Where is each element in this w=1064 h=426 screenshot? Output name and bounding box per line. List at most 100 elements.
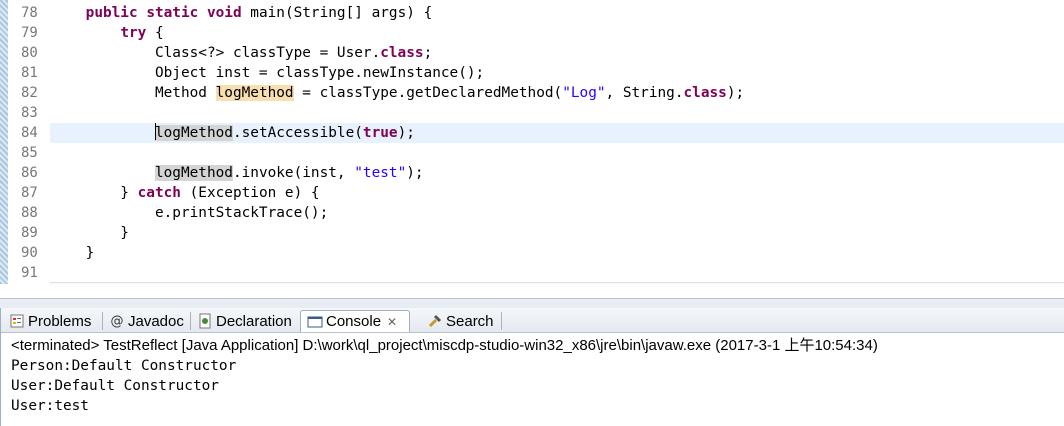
code-token: void	[207, 5, 242, 21]
code-line[interactable]: 89 }	[0, 223, 1064, 243]
code-token: class	[380, 45, 423, 61]
code-token	[198, 5, 207, 21]
scroll-left-icon[interactable]: ◀	[54, 283, 61, 284]
line-number: 81	[21, 65, 38, 81]
token-text: logMethod	[154, 165, 233, 181]
code-token: }	[51, 185, 138, 201]
line-number: 83	[21, 105, 38, 121]
tab-declaration[interactable]: Declaration	[191, 310, 299, 332]
code-text: Method logMethod = classType.getDeclared…	[51, 83, 744, 103]
token-text: = classType.getDeclaredMethod(	[293, 85, 563, 101]
code-line[interactable]: 79 try {	[0, 23, 1064, 43]
line-number: 89	[21, 225, 38, 241]
code-line[interactable]: 81 Object inst = classType.newInstance()…	[0, 63, 1064, 83]
token-text: );	[726, 85, 745, 101]
token-text: .invoke(inst,	[232, 165, 355, 181]
code-line[interactable]: 91	[0, 263, 1064, 283]
code-line[interactable]: 84 logMethod.setAccessible(true);	[0, 123, 1064, 143]
token-text: static	[146, 5, 199, 21]
code-line[interactable]: 78 public static void main(String[] args…	[0, 3, 1064, 23]
code-token: class	[684, 85, 727, 101]
code-token: "test"	[354, 165, 406, 181]
console-output[interactable]: <terminated> TestReflect [Java Applicati…	[11, 336, 1061, 416]
code-token: {	[146, 25, 164, 41]
bottom-view-panel: Problems @ Javadoc Declaration Console ✕…	[0, 308, 1064, 426]
token-text: main(String[] args) {	[241, 5, 433, 21]
token-text: try	[120, 25, 147, 41]
line-number: 91	[21, 265, 38, 281]
code-line[interactable]: 82 Method logMethod = classType.getDecla…	[0, 83, 1064, 103]
code-token: , String.	[606, 85, 684, 101]
code-token	[51, 5, 86, 21]
code-token: "Log"	[562, 85, 605, 101]
code-line[interactable]: 85	[0, 143, 1064, 163]
code-token: .invoke(inst,	[233, 165, 354, 181]
close-icon[interactable]: ✕	[387, 315, 397, 329]
code-text: public static void main(String[] args) {	[51, 3, 433, 23]
code-line[interactable]: 90 }	[0, 243, 1064, 263]
code-text: }	[51, 243, 95, 263]
token-text: "Log"	[562, 85, 606, 101]
tab-label: Console	[326, 313, 382, 330]
token-text: Class<?> classType = User.	[51, 45, 381, 61]
code-line[interactable]: 80 Class<?> classType = User.class;	[0, 43, 1064, 63]
line-number: 85	[21, 145, 38, 161]
token-text: }	[51, 225, 129, 241]
code-token: static	[146, 5, 198, 21]
token-text: public	[85, 5, 138, 21]
token-text: class	[683, 85, 727, 101]
tab-divider	[501, 312, 502, 330]
code-token	[138, 5, 147, 21]
code-token	[51, 165, 155, 181]
code-line[interactable]: 88 e.printStackTrace();	[0, 203, 1064, 223]
code-text: } catch (Exception e) {	[51, 183, 320, 203]
console-icon	[307, 314, 323, 330]
tab-search[interactable]: Search	[421, 310, 501, 332]
tab-label: Declaration	[216, 312, 292, 330]
tab-console[interactable]: Console ✕	[300, 310, 410, 332]
code-text: Object inst = classType.newInstance();	[51, 63, 484, 83]
line-number: 79	[21, 25, 38, 41]
tab-problems[interactable]: Problems	[3, 310, 101, 332]
token-text: );	[406, 165, 424, 181]
token-text: }	[51, 185, 138, 201]
java-editor[interactable]: 78 public static void main(String[] args…	[0, 0, 1064, 284]
tab-label: Search	[446, 312, 494, 330]
code-token	[51, 125, 155, 141]
code-text: logMethod.invoke(inst, "test");	[51, 163, 424, 183]
code-token	[51, 25, 120, 41]
code-token: (Exception e) {	[181, 185, 320, 201]
token-text: .setAccessible(	[232, 125, 363, 141]
console-output-line: User:Default Constructor	[11, 378, 219, 394]
javadoc-icon: @	[110, 313, 124, 329]
tab-javadoc[interactable]: @ Javadoc	[103, 310, 189, 332]
code-token: }	[51, 225, 129, 241]
token-text: );	[397, 125, 415, 141]
editor-horizontal-scrollbar[interactable]: ◀	[50, 282, 1064, 284]
code-text: }	[51, 223, 129, 243]
line-number: 87	[21, 185, 38, 201]
problems-icon	[9, 313, 25, 329]
code-token: }	[51, 245, 95, 261]
code-line[interactable]: 86 logMethod.invoke(inst, "test");	[0, 163, 1064, 183]
code-line[interactable]: 87 } catch (Exception e) {	[0, 183, 1064, 203]
token-text: logMethod	[215, 85, 294, 101]
code-token: );	[727, 85, 744, 101]
token-text: class	[380, 45, 424, 61]
search-icon	[427, 313, 443, 329]
code-token: = classType.getDeclaredMethod(	[293, 85, 563, 101]
code-token: catch	[138, 185, 181, 201]
code-token: Method	[51, 85, 216, 101]
line-number: 88	[21, 205, 38, 221]
code-token: public	[86, 5, 138, 21]
token-text: {	[146, 25, 164, 41]
code-token: logMethod	[154, 165, 233, 181]
code-token: );	[406, 165, 423, 181]
code-line[interactable]: 83	[0, 103, 1064, 123]
line-number: 82	[21, 85, 38, 101]
code-text: logMethod.setAccessible(true);	[51, 123, 415, 143]
